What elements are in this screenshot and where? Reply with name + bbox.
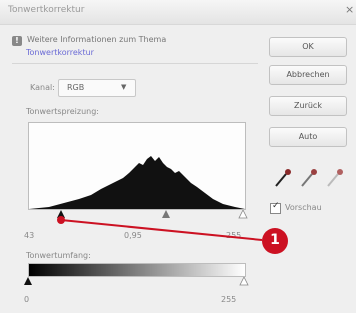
callout-anchor-dot [57, 216, 65, 224]
callout-number: 1 [270, 232, 280, 248]
callout-line [60, 219, 263, 241]
levels-dialog: Tonwertkorrektur × ! Weitere Information… [0, 0, 356, 313]
callout-annotation [57, 216, 288, 254]
